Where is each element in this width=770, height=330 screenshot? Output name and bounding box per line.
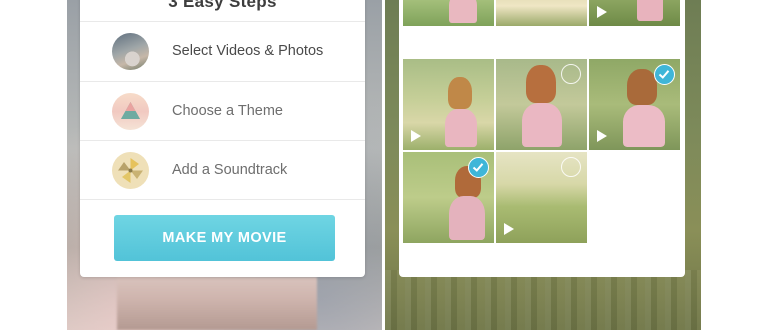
step-select-videos-photos[interactable]: Select Videos & Photos bbox=[80, 21, 365, 81]
steps-title: 3 Easy Steps bbox=[168, 0, 277, 11]
media-tile[interactable] bbox=[589, 0, 680, 26]
steps-card: 3 Easy Steps Select Videos & Photos Choo… bbox=[80, 0, 365, 277]
video-play-icon bbox=[411, 130, 421, 142]
steps-list: Select Videos & Photos Choose a Theme Ad… bbox=[80, 21, 365, 200]
video-play-icon bbox=[504, 223, 514, 235]
photo-thumbnail-icon bbox=[112, 33, 149, 70]
media-tile[interactable] bbox=[403, 0, 494, 26]
step-label: Choose a Theme bbox=[172, 102, 283, 119]
steps-screen: 3 Easy Steps Select Videos & Photos Choo… bbox=[67, 0, 382, 330]
media-picker-screen bbox=[385, 0, 701, 330]
background-photo-blur bbox=[117, 277, 317, 330]
media-tile[interactable] bbox=[403, 152, 494, 243]
media-tile[interactable] bbox=[496, 152, 587, 243]
selection-circle-icon[interactable] bbox=[561, 157, 581, 177]
selection-circle-icon[interactable] bbox=[561, 64, 581, 84]
media-tile[interactable] bbox=[496, 59, 587, 150]
checkmark-icon[interactable] bbox=[654, 64, 675, 85]
step-choose-theme[interactable]: Choose a Theme bbox=[80, 80, 365, 141]
media-tile[interactable] bbox=[403, 59, 494, 150]
theme-triangle-icon bbox=[112, 92, 149, 130]
media-grid bbox=[399, 0, 685, 277]
step-label: Add a Soundtrack bbox=[172, 162, 288, 178]
pinwheel-icon bbox=[112, 152, 149, 189]
media-tile[interactable] bbox=[589, 59, 680, 150]
make-my-movie-button[interactable]: MAKE MY MOVIE bbox=[114, 215, 335, 261]
media-tile[interactable] bbox=[496, 0, 587, 26]
step-add-soundtrack[interactable]: Add a Soundtrack bbox=[80, 140, 365, 200]
video-play-icon bbox=[597, 6, 607, 18]
video-play-icon bbox=[597, 130, 607, 142]
background-grass-blur bbox=[385, 270, 701, 330]
step-label: Select Videos & Photos bbox=[172, 43, 324, 59]
checkmark-icon[interactable] bbox=[468, 157, 489, 178]
